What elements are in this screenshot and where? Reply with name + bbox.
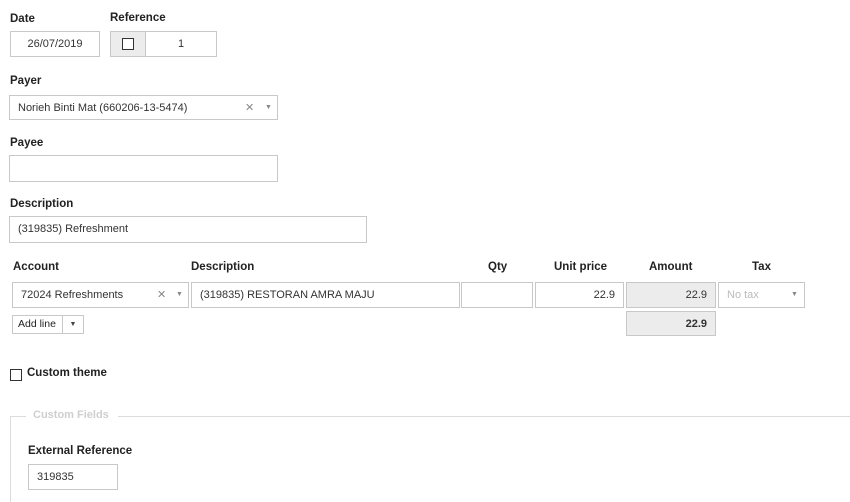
reference-label: Reference [110, 12, 166, 24]
line-description-input[interactable]: (319835) RESTORAN AMRA MAJU [191, 282, 460, 308]
header-tax: Tax [752, 261, 771, 273]
add-line-button[interactable]: Add line [13, 316, 62, 333]
line-account-value: 72024 Refreshments [21, 289, 124, 301]
description-label: Description [10, 198, 74, 210]
total-amount: 22.9 [626, 311, 716, 336]
fieldset-border [118, 416, 850, 417]
chevron-down-icon[interactable]: ▼ [176, 283, 183, 307]
description-input[interactable]: (319835) Refreshment [9, 216, 367, 243]
custom-theme-label: Custom theme [27, 367, 107, 379]
date-input[interactable]: 26/07/2019 [10, 31, 100, 57]
date-label: Date [10, 13, 35, 25]
clear-icon[interactable]: ✕ [245, 96, 254, 120]
chevron-down-icon[interactable]: ▼ [791, 283, 798, 307]
external-reference-label: External Reference [28, 445, 133, 457]
add-line-dropdown-icon[interactable]: ▼ [62, 316, 83, 333]
header-description: Description [191, 261, 255, 273]
payer-select[interactable]: Norieh Binti Mat (660206-13-5474) [9, 95, 278, 120]
payer-value: Norieh Binti Mat (660206-13-5474) [18, 102, 188, 114]
header-amount: Amount [649, 261, 693, 273]
fieldset-border [10, 416, 11, 502]
line-tax-placeholder: No tax [727, 289, 759, 301]
clear-icon[interactable]: ✕ [157, 283, 166, 307]
reference-auto-toggle[interactable] [110, 31, 146, 57]
payee-input[interactable] [9, 155, 278, 182]
custom-theme-checkbox[interactable] [10, 369, 22, 381]
reference-input[interactable]: 1 [145, 31, 217, 57]
line-qty-input[interactable] [461, 282, 533, 308]
line-amount-value: 22.9 [626, 282, 716, 308]
external-reference-input[interactable]: 319835 [28, 464, 118, 490]
header-qty: Qty [488, 261, 508, 273]
fieldset-border [10, 416, 26, 417]
header-unit-price: Unit price [554, 261, 608, 273]
payer-label: Payer [10, 75, 42, 87]
add-line-button-group[interactable]: Add line ▼ [12, 315, 84, 334]
payee-label: Payee [10, 137, 44, 149]
custom-fields-legend: Custom Fields [33, 409, 109, 421]
reference-auto-checkbox[interactable] [122, 38, 134, 50]
header-account: Account [13, 261, 59, 273]
chevron-down-icon[interactable]: ▼ [265, 96, 272, 120]
line-unit-price-input[interactable]: 22.9 [535, 282, 624, 308]
